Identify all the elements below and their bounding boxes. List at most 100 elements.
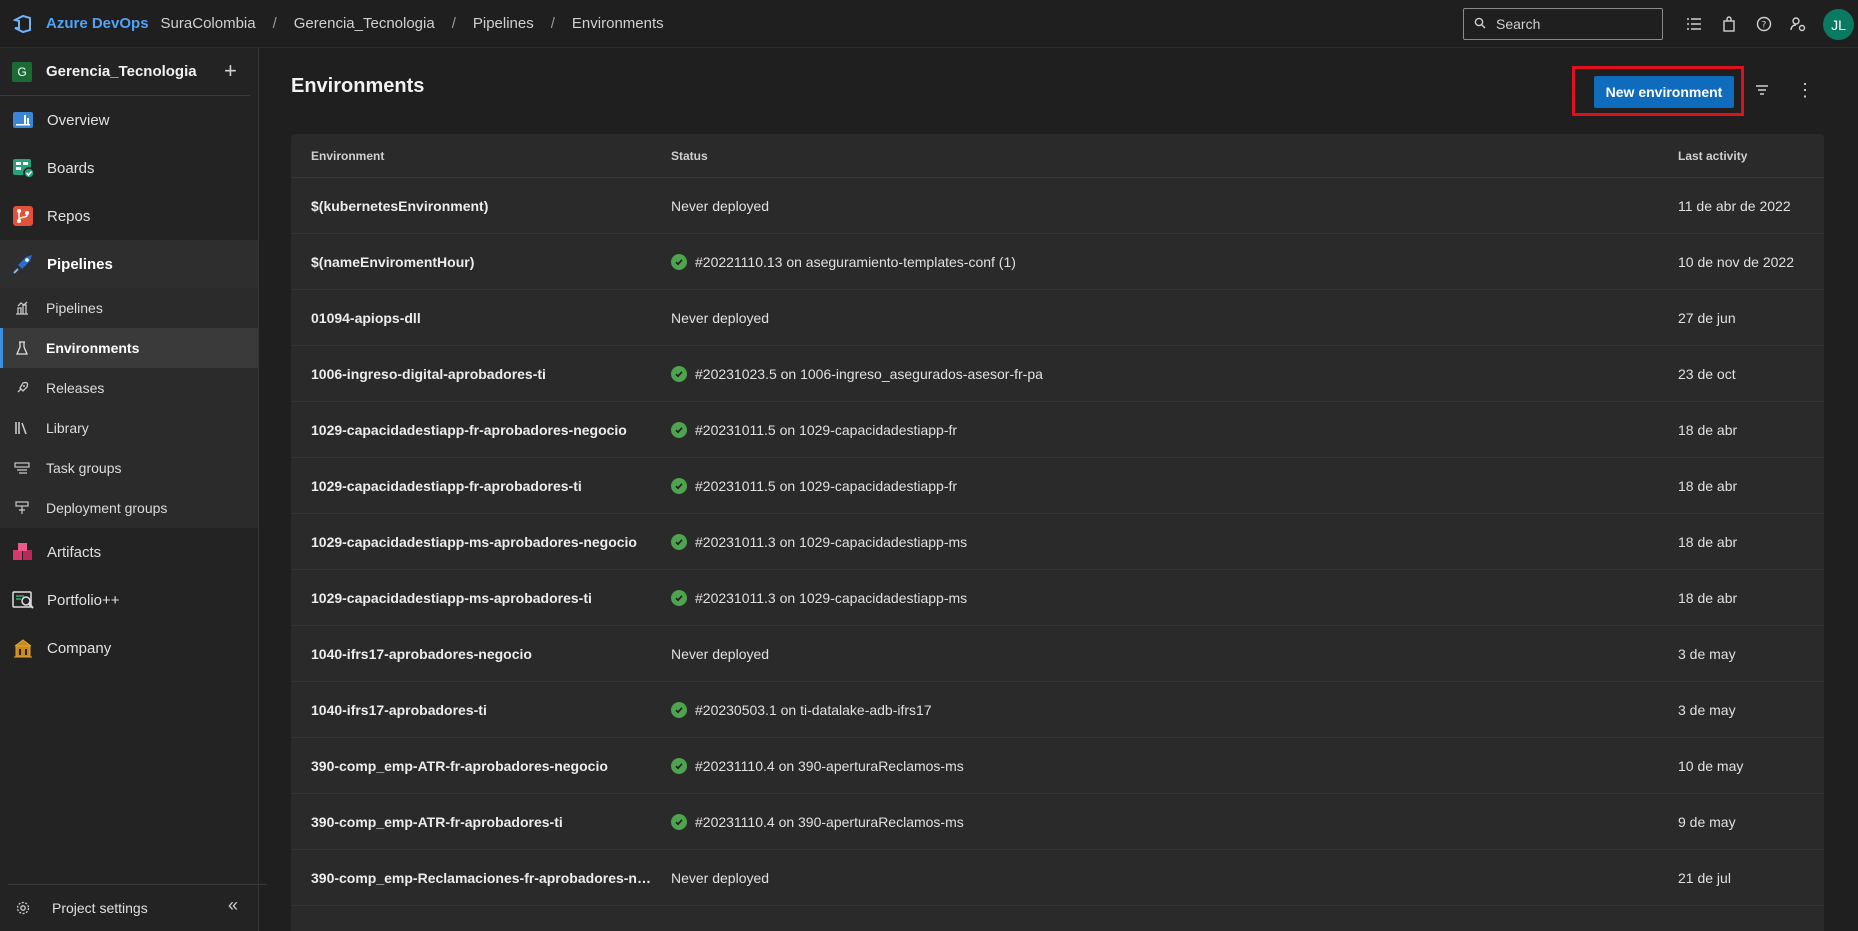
column-header-environment[interactable]: Environment xyxy=(311,149,384,163)
azure-devops-logo-icon[interactable] xyxy=(12,13,34,35)
project-header[interactable]: G Gerencia_Tecnologia xyxy=(0,48,250,96)
deployment-status: #20230503.1 on ti-datalake-adb-ifrs17 xyxy=(671,701,932,718)
status-text: Never deployed xyxy=(671,869,770,886)
environment-name[interactable]: 1040-ifrs17-aprobadores-ti xyxy=(311,702,651,718)
avatar[interactable]: JL xyxy=(1823,9,1854,40)
sidebar-subitem-label: Releases xyxy=(46,380,105,396)
table-row[interactable]: $(nameEnviromentHour) #20221110.13 on ase… xyxy=(291,234,1824,290)
sidebar-subitem-library[interactable]: Library xyxy=(0,408,258,448)
sidebar-item-label: Portfolio++ xyxy=(47,591,120,609)
breadcrumb-pipelines[interactable]: Pipelines xyxy=(473,15,534,32)
environment-name[interactable]: 01094-apiops-dll xyxy=(311,310,651,326)
sidebar-item-boards[interactable]: Boards xyxy=(0,144,258,192)
sidebar-subitem-task-groups[interactable]: Task groups xyxy=(0,448,258,488)
environment-name[interactable]: $(nameEnviromentHour) xyxy=(311,254,651,270)
sidebar-item-portfolio[interactable]: Portfolio++ xyxy=(0,576,258,624)
table-row[interactable]: 1029-capacidadestiapp-ms-aprobadores-ti #… xyxy=(291,570,1824,626)
run-link[interactable]: #20221110.13 on aseguramiento-templates-… xyxy=(695,254,1016,270)
breadcrumb-environments[interactable]: Environments xyxy=(572,15,664,32)
search-input[interactable]: Search xyxy=(1463,8,1663,40)
filter-icon[interactable] xyxy=(1752,80,1772,100)
breadcrumb-org[interactable]: SuraColombia xyxy=(161,15,256,32)
brand-link[interactable]: Azure DevOps xyxy=(46,15,149,32)
add-icon[interactable]: + xyxy=(224,58,237,84)
column-header-last-activity[interactable]: Last activity xyxy=(1678,149,1747,163)
sidebar-subitem-label: Deployment groups xyxy=(46,500,168,516)
new-environment-button[interactable]: New environment xyxy=(1594,76,1734,108)
last-activity: 18 de abr xyxy=(1678,421,1738,438)
run-link[interactable]: #20230503.1 on ti-datalake-adb-ifrs17 xyxy=(695,702,932,718)
environment-name[interactable]: 1040-ifrs17-aprobadores-negocio xyxy=(311,646,651,662)
table-row[interactable] xyxy=(291,906,1824,931)
last-activity: 10 de may xyxy=(1678,757,1744,774)
environment-name[interactable]: 390-comp_emp-Reclamaciones-fr-aprobadore… xyxy=(311,870,651,886)
sidebar-item-overview[interactable]: Overview xyxy=(0,96,258,144)
environment-name[interactable]: 1029-capacidadestiapp-ms-aprobadores-neg… xyxy=(311,534,651,550)
run-link[interactable]: #20231011.5 on 1029-capacidadestiapp-fr xyxy=(695,478,957,494)
success-check-icon xyxy=(671,757,687,774)
table-row[interactable]: 01094-apiops-dll Never deployed 27 de jun xyxy=(291,290,1824,346)
environment-name[interactable]: 1029-capacidadestiapp-ms-aprobadores-ti xyxy=(311,590,651,606)
sidebar: G Gerencia_Tecnologia + Overview Boards … xyxy=(0,48,267,931)
environment-icon xyxy=(14,340,30,356)
portfolio-icon xyxy=(12,589,34,611)
sidebar-subitem-label: Task groups xyxy=(46,460,122,476)
last-activity: 18 de abr xyxy=(1678,533,1738,550)
last-activity: 10 de nov de 2022 xyxy=(1678,253,1794,270)
environment-name[interactable]: 1029-capacidadestiapp-fr-aprobadores-neg… xyxy=(311,422,651,438)
table-row[interactable]: 1040-ifrs17-aprobadores-ti #20230503.1 on… xyxy=(291,682,1824,738)
run-link[interactable]: #20231110.4 on 390-aperturaReclamos-ms xyxy=(695,758,964,774)
sidebar-item-pipelines[interactable]: Pipelines xyxy=(0,240,258,288)
table-row[interactable]: $(kubernetesEnvironment) Never deployed 11… xyxy=(291,178,1824,234)
collapse-sidebar-icon[interactable]: « xyxy=(228,895,238,916)
sidebar-subitem-deployment-groups[interactable]: Deployment groups xyxy=(0,488,258,528)
sidebar-item-company[interactable]: Company xyxy=(0,624,258,672)
task-groups-icon xyxy=(14,460,30,476)
run-link[interactable]: #20231011.3 on 1029-capacidadestiapp-ms xyxy=(695,590,967,606)
status-text: Never deployed xyxy=(671,309,770,326)
deployment-status: #20231110.4 on 390-aperturaReclamos-ms xyxy=(671,757,964,774)
breadcrumb-project[interactable]: Gerencia_Tecnologia xyxy=(294,15,435,32)
table-row[interactable]: 1029-capacidadestiapp-fr-aprobadores-neg… xyxy=(291,402,1824,458)
repos-icon xyxy=(12,205,34,227)
table-row[interactable]: 390-comp_emp-ATR-fr-aprobadores-ti #20231… xyxy=(291,794,1824,850)
environment-name[interactable]: 390-comp_emp-ATR-fr-aprobadores-negocio xyxy=(311,758,651,774)
run-link[interactable]: #20231011.3 on 1029-capacidadestiapp-ms xyxy=(695,534,967,550)
sidebar-subitem-pipelines[interactable]: Pipelines xyxy=(0,288,258,328)
project-settings-link[interactable]: Project settings « xyxy=(8,884,267,931)
environment-name[interactable]: 1006-ingreso-digital-aprobadores-ti xyxy=(311,366,651,382)
environment-name[interactable]: 1029-capacidadestiapp-fr-aprobadores-ti xyxy=(311,478,651,494)
user-settings-icon[interactable] xyxy=(1788,14,1808,34)
breadcrumb-separator: / xyxy=(451,15,456,32)
environment-name[interactable]: 390-comp_emp-ATR-fr-aprobadores-ti xyxy=(311,814,651,830)
deployment-status: Never deployed xyxy=(671,646,769,662)
page-title: Environments xyxy=(291,75,425,97)
gear-icon xyxy=(16,901,30,915)
sidebar-subitem-releases[interactable]: Releases xyxy=(0,368,258,408)
last-activity: 18 de abr xyxy=(1678,477,1738,494)
marketplace-bag-icon[interactable] xyxy=(1719,14,1739,34)
help-icon[interactable]: ? xyxy=(1754,14,1774,34)
column-header-status[interactable]: Status xyxy=(671,149,708,163)
run-link[interactable]: #20231023.5 on 1006-ingreso_asegurados-a… xyxy=(695,366,1043,382)
task-list-icon[interactable] xyxy=(1684,14,1704,34)
success-check-icon xyxy=(671,813,687,830)
sidebar-item-artifacts[interactable]: Artifacts xyxy=(0,528,258,576)
run-link[interactable]: #20231110.4 on 390-aperturaReclamos-ms xyxy=(695,814,964,830)
success-check-icon xyxy=(671,421,687,438)
table-row[interactable]: 1040-ifrs17-aprobadores-negocio Never dep… xyxy=(291,626,1824,682)
table-header: Environment Status Last activity xyxy=(291,134,1824,178)
environment-name[interactable]: $(kubernetesEnvironment) xyxy=(311,198,651,214)
sidebar-item-repos[interactable]: Repos xyxy=(0,192,258,240)
table-row[interactable]: 1006-ingreso-digital-aprobadores-ti #2023… xyxy=(291,346,1824,402)
run-link[interactable]: #20231011.5 on 1029-capacidadestiapp-fr xyxy=(695,422,957,438)
table-row[interactable]: 390-comp_emp-Reclamaciones-fr-aprobadore… xyxy=(291,850,1824,906)
sidebar-subitem-environments[interactable]: Environments xyxy=(0,328,258,368)
table-row[interactable]: 1029-capacidadestiapp-ms-aprobadores-neg… xyxy=(291,514,1824,570)
table-row[interactable]: 1029-capacidadestiapp-fr-aprobadores-ti #… xyxy=(291,458,1824,514)
breadcrumb-separator: / xyxy=(272,15,277,32)
more-options-icon[interactable]: ⋮ xyxy=(1795,80,1815,100)
pipeline-icon xyxy=(14,300,30,316)
table-row[interactable]: 390-comp_emp-ATR-fr-aprobadores-negocio #… xyxy=(291,738,1824,794)
overview-icon xyxy=(12,109,34,131)
